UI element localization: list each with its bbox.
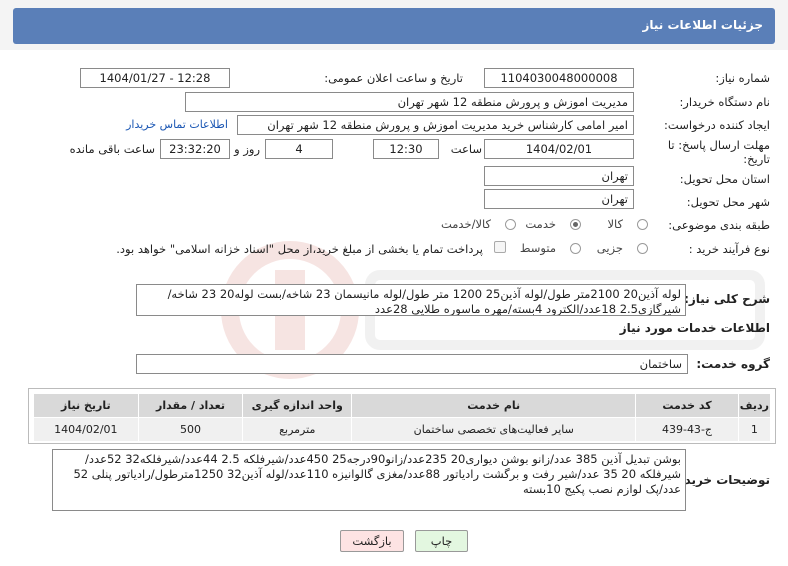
process-radio-medium[interactable] bbox=[570, 243, 581, 254]
deadline-date-field[interactable]: 1404/02/01 bbox=[484, 139, 634, 159]
title-bar-panel: جزئیات اطلاعات نیاز bbox=[13, 8, 775, 44]
col-header-unit: واحد اندازه گیری bbox=[242, 393, 353, 418]
time-remaining-field[interactable]: 23:32:20 bbox=[160, 139, 230, 159]
deadline-label-line2: تاریخ: bbox=[743, 152, 770, 166]
summary-label: شرح کلی نیاز: bbox=[684, 292, 770, 306]
category-label: طبقه بندی موضوعی: bbox=[668, 218, 770, 232]
services-table-container: ردیف کد خدمت نام خدمت واحد اندازه گیری ت… bbox=[28, 388, 776, 444]
category-radio-service[interactable] bbox=[570, 219, 581, 230]
deadline-time-label: ساعت bbox=[450, 142, 482, 156]
deadline-time-field[interactable]: 12:30 bbox=[373, 139, 439, 159]
category-radio-goods-service[interactable] bbox=[505, 219, 516, 230]
col-header-need-date: تاریخ نیاز bbox=[33, 393, 139, 418]
delivery-city-label: شهر محل تحویل: bbox=[686, 195, 770, 209]
need-number-label: شماره نیاز: bbox=[715, 71, 770, 85]
table-row[interactable]: 1 ج-43-439 سایر فعالیت‌های تخصصی ساختمان… bbox=[33, 417, 772, 442]
services-section-title: اطلاعات خدمات مورد نیاز bbox=[619, 321, 770, 335]
service-group-field[interactable]: ساختمان bbox=[136, 354, 688, 374]
time-remaining-label: ساعت باقی مانده bbox=[69, 142, 155, 156]
table-header-row: ردیف کد خدمت نام خدمت واحد اندازه گیری ت… bbox=[33, 393, 772, 418]
process-option-minor: جزیی bbox=[596, 241, 623, 255]
process-type-label: نوع فرآیند خرید : bbox=[688, 242, 770, 256]
announce-field[interactable]: 1404/01/27 - 12:28 bbox=[80, 68, 230, 88]
days-remaining-field[interactable]: 4 bbox=[265, 139, 333, 159]
summary-textarea[interactable]: لوله آذین20 2100متر طول/لوله آذین25 1200… bbox=[136, 284, 686, 316]
days-label: روز و bbox=[234, 142, 260, 156]
category-option-goods-service: کالا/خدمت bbox=[440, 217, 491, 231]
cell-need-date: 1404/02/01 bbox=[33, 417, 139, 442]
buyer-org-label: نام دستگاه خریدار: bbox=[679, 95, 770, 109]
col-header-row-number: ردیف bbox=[737, 393, 772, 418]
treasury-payment-note: پرداخت تمام یا بخشی از مبلغ خرید،از محل … bbox=[116, 242, 483, 256]
creator-label: ایجاد کننده درخواست: bbox=[664, 118, 770, 132]
cell-service-code: ج-43-439 bbox=[635, 417, 739, 442]
treasury-payment-checkbox[interactable] bbox=[494, 241, 506, 253]
print-button[interactable]: چاپ bbox=[415, 530, 468, 552]
announce-label: تاریخ و ساعت اعلان عمومی: bbox=[324, 71, 463, 85]
delivery-city-field[interactable]: تهران bbox=[484, 189, 634, 209]
title-bar: جزئیات اطلاعات نیاز bbox=[0, 0, 788, 50]
page-title: جزئیات اطلاعات نیاز bbox=[642, 18, 763, 32]
process-radio-minor[interactable] bbox=[637, 243, 648, 254]
delivery-province-field[interactable]: تهران bbox=[484, 166, 634, 186]
buyer-org-field[interactable]: مدیریت اموزش و پرورش منطقه 12 شهر تهران bbox=[185, 92, 634, 112]
cell-service-name: سایر فعالیت‌های تخصصی ساختمان bbox=[351, 417, 637, 442]
delivery-province-label: استان محل تحویل: bbox=[679, 172, 770, 186]
back-button[interactable]: بازگشت bbox=[340, 530, 404, 552]
cell-quantity: 500 bbox=[137, 417, 244, 442]
deadline-label-line1: مهلت ارسال پاسخ: تا bbox=[667, 138, 770, 152]
category-option-service: خدمت bbox=[525, 217, 556, 231]
col-header-quantity: تعداد / مقدار bbox=[137, 393, 244, 418]
cell-row-number: 1 bbox=[737, 417, 772, 442]
need-number-field[interactable]: 1104030048000008 bbox=[484, 68, 634, 88]
col-header-service-code: کد خدمت bbox=[635, 393, 739, 418]
cell-unit: مترمربع bbox=[242, 417, 353, 442]
category-option-goods: کالا bbox=[607, 217, 623, 231]
creator-field[interactable]: امیر امامی کارشناس خرید مدیریت اموزش و پ… bbox=[237, 115, 634, 135]
service-group-label: گروه خدمت: bbox=[696, 357, 770, 371]
services-table: ردیف کد خدمت نام خدمت واحد اندازه گیری ت… bbox=[33, 393, 772, 442]
category-radio-goods[interactable] bbox=[637, 219, 648, 230]
buyer-contact-link[interactable]: اطلاعات تماس خریدار bbox=[126, 118, 228, 131]
col-header-service-name: نام خدمت bbox=[351, 393, 637, 418]
buyer-notes-textarea[interactable]: بوشن تبدیل آذین 385 عدد/زانو بوشن دیواری… bbox=[52, 449, 686, 511]
process-option-medium: متوسط bbox=[519, 241, 556, 255]
